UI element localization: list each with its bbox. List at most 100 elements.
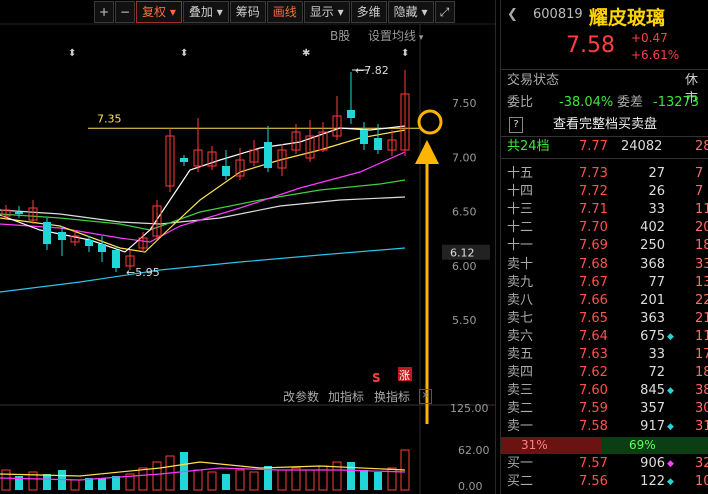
ask-count: 33 [695,256,708,272]
candle-body [180,158,188,162]
bid-row[interactable]: 买二 7.56 122 10 ◆ [501,473,708,491]
ma-settings-dropdown[interactable]: 设置均线 ▾ [368,27,423,44]
ask-price: 7.71 [579,202,608,218]
ask-volume: 357 [640,401,665,417]
ask-row[interactable]: 十二 7.70 402 20 [501,219,708,237]
ask-row[interactable]: 卖九 7.67 77 13 [501,274,708,292]
edit-params-button[interactable]: 改参数 [283,388,319,405]
stock-code: 600819 [533,7,583,22]
bid-price: 7.56 [579,474,608,489]
ask-volume: 33 [648,202,665,218]
ma-line-white [0,196,406,225]
multi-dim-button[interactable]: 多维 [350,1,387,23]
total-levels-label: 共24档 [507,139,550,154]
switch-indicator-button[interactable]: 换指标 [374,388,410,405]
ask-row[interactable]: 卖七 7.65 363 21 [501,310,708,328]
divider [501,158,708,159]
volume-bar [374,472,382,490]
ask-row[interactable]: 卖四 7.62 72 18 [501,364,708,382]
ask-row[interactable]: 卖五 7.63 33 17 [501,346,708,364]
current-price-tick: 6.12 [450,247,475,260]
ask-row[interactable]: 卖十 7.68 368 33 [501,256,708,274]
highlight-circle [417,109,443,135]
ask-volume: 77 [648,274,665,290]
b-share-label[interactable]: B股 [330,27,350,44]
full-book-button[interactable]: 查看完整档买卖盘 [553,116,657,134]
ask-count: 21 [695,310,708,326]
close-icon[interactable]: ✕ [419,389,432,404]
low-label: ←5.95 [126,266,160,279]
ask-row[interactable]: 十五 7.73 27 7 [501,165,708,183]
high-label: ←7.82 [355,64,389,77]
ask-label: 十二 [507,220,534,236]
ask-volume: 675 [640,328,665,344]
price-change-pct: +6.61% [631,48,680,62]
bid-marker-icon: ◆ [667,477,674,487]
zoom-in-button[interactable]: + [94,1,114,23]
ask-label: 十四 [507,184,534,200]
overlay-label: 叠加 [188,5,213,19]
ask-volume: 368 [640,256,665,272]
candle-body [15,212,23,214]
sell-ratio: 31% [521,438,548,452]
ask-row[interactable]: 十四 7.72 26 7 [501,183,708,201]
buy-ratio-bar: 69% [601,437,708,454]
bid-row[interactable]: 买一 7.57 906 32 ◆ [501,455,708,473]
caret-down-icon: ▾ [337,5,344,19]
fullscreen-icon[interactable]: ⤢ [434,1,455,23]
ask-label: 卖七 [507,310,534,326]
ask-volume: 250 [640,238,665,254]
ask-row[interactable]: 卖六 7.64 675 113 ◆ [501,328,708,346]
volume-bar [222,474,230,490]
draw-line-button[interactable]: 画线 [266,1,303,23]
bid-label: 买二 [507,474,534,489]
help-icon[interactable]: ? [509,117,523,133]
bid-volume: 906 [640,456,665,471]
ask-marker-icon: ◆ [667,331,674,342]
bid-price: 7.57 [579,456,608,471]
prev-stock-icon[interactable]: ❮ [507,7,518,22]
ask-price: 7.68 [579,256,608,272]
ask-count: 38 [695,383,708,399]
total-vol: 24082 [621,139,663,154]
ma-settings-label: 设置均线 [368,29,417,43]
bid-count: 10 [695,474,708,489]
ask-price: 7.58 [579,419,608,435]
divider [501,136,708,137]
ask-row[interactable]: 十一 7.69 250 18 [501,237,708,255]
add-indicator-button[interactable]: 加指标 [328,388,364,405]
ask-row[interactable]: 卖八 7.66 201 22 [501,292,708,310]
ask-row[interactable]: 十三 7.71 33 11 [501,201,708,219]
kline-chart[interactable]: 7.50 7.00 6.50 6.00 5.50 6.12 125.00 62.00 0.00 7… [0,0,496,494]
ask-volume: 201 [640,292,665,308]
event-marker-icon: ⬍ [180,48,188,59]
arrow-head-icon [415,140,439,164]
weicha-value: -13273 [653,95,700,110]
hide-label: 隐藏 [393,5,418,19]
overlay-dropdown[interactable]: 叠加 ▾ [182,1,229,23]
fuquan-dropdown[interactable]: 复权 ▾ [136,1,182,23]
candlestick-chart[interactable]: 7.50 7.00 6.50 6.00 5.50 6.12 125.00 62.00 0.00 7… [0,0,496,494]
ask-price: 7.70 [579,220,608,236]
ask-row[interactable]: 卖一 7.58 917 31 ◆ [501,418,708,436]
ask-row[interactable]: 卖二 7.59 357 30 [501,400,708,418]
volume-bar [277,469,287,491]
display-dropdown[interactable]: 显示 ▾ [303,1,350,23]
chips-button[interactable]: 筹码 [229,1,266,23]
weibi-label: 委比 [507,95,534,110]
ask-count: 18 [695,365,708,381]
ask-count: 7 [695,184,704,200]
ask-label: 卖十 [507,256,534,272]
volume-bar [347,462,355,490]
caret-down-icon: ▾ [421,5,428,19]
volume-bar [235,469,245,491]
ask-price: 7.59 [579,401,608,417]
hide-dropdown[interactable]: 隐藏 ▾ [387,1,434,23]
ask-row[interactable]: 卖三 7.60 845 38 ◆ [501,382,708,400]
y-tick-label: 5.50 [452,314,477,327]
ask-label: 卖二 [507,401,534,417]
divider [501,69,708,70]
full-book-row[interactable]: ? 查看完整档买卖盘 [501,116,708,134]
zoom-out-button[interactable]: − [115,1,135,23]
ask-volume: 917 [640,419,665,435]
